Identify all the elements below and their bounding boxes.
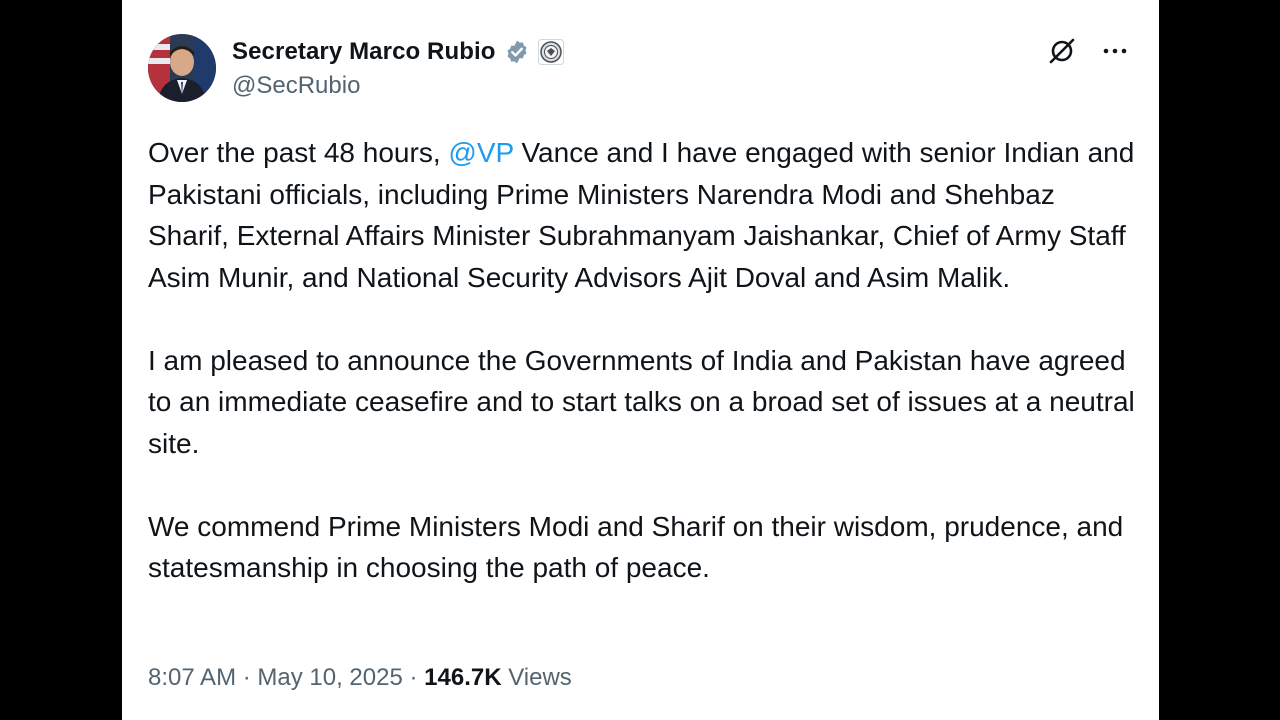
tweet-paragraph-3: We commend Prime Ministers Modi and Shar… bbox=[148, 510, 1124, 584]
author-handle[interactable]: @SecRubio bbox=[232, 72, 360, 100]
top-actions bbox=[1047, 36, 1129, 66]
tweet-card: Secretary Marco Rubio @SecRubio Over the… bbox=[122, 0, 1159, 720]
tweet-paragraph-2: I am pleased to announce the Governments… bbox=[148, 344, 1135, 459]
meta-separator: · bbox=[236, 664, 258, 691]
tweet-paragraph-1: Over the past 48 hours, @VP Vance and I … bbox=[148, 132, 1143, 298]
author-display-name[interactable]: Secretary Marco Rubio bbox=[232, 38, 496, 66]
tweet-p1-start: Over the past 48 hours, bbox=[148, 137, 449, 168]
avatar[interactable] bbox=[148, 34, 216, 102]
tweet-time[interactable]: 8:07 AM bbox=[148, 664, 236, 692]
gray-verified-badge-icon bbox=[504, 39, 530, 65]
more-options-icon[interactable] bbox=[1101, 37, 1129, 65]
mention-link-vp[interactable]: @VP bbox=[448, 137, 513, 168]
views-count: 146.7K bbox=[424, 664, 502, 691]
grok-icon[interactable] bbox=[1047, 36, 1077, 66]
views-label: Views bbox=[501, 664, 572, 691]
tweet-text: Over the past 48 hours, @VP Vance and I … bbox=[148, 132, 1143, 630]
author-name-row: Secretary Marco Rubio bbox=[232, 34, 564, 70]
tweet-date[interactable]: May 10, 2025 bbox=[257, 664, 402, 692]
government-seal-icon bbox=[537, 39, 564, 65]
tweet-meta: 8:07 AM · May 10, 2025 · 146.7K Views bbox=[148, 664, 572, 692]
meta-separator: · bbox=[402, 664, 425, 691]
